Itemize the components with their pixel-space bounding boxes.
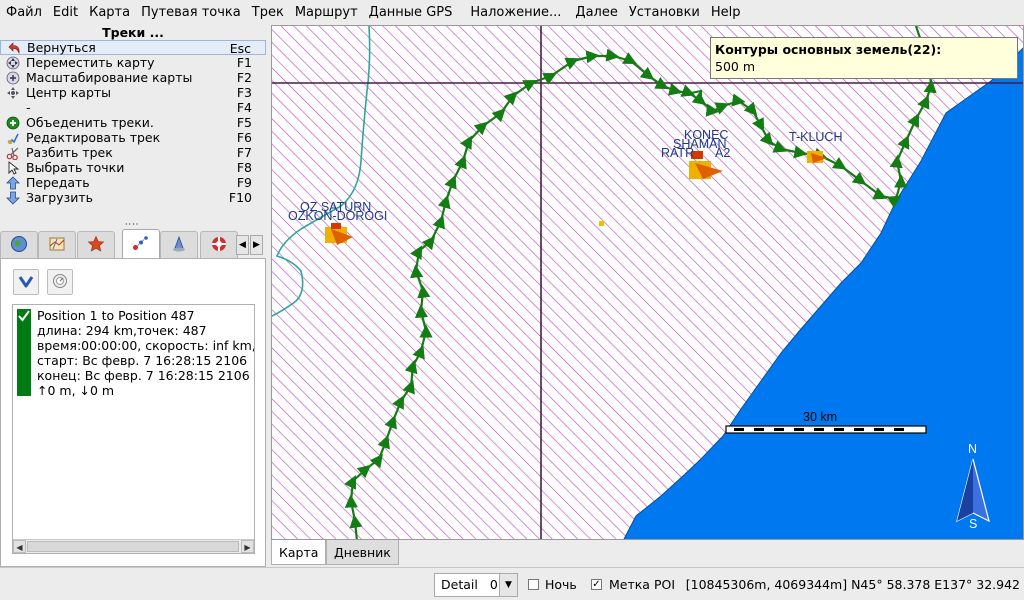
tabbar: ◀ ▶ [0, 229, 266, 259]
detail-select[interactable]: Detail 0 ▼ [434, 573, 518, 597]
globe-icon [10, 235, 28, 256]
statusbar: Detail 0 ▼ Ночь ✓ Метка POI [10845306m, … [0, 567, 1024, 600]
star-icon [87, 235, 105, 256]
zoom-icon [5, 70, 21, 85]
action-edit-track[interactable]: Редактировать трек F6 [0, 130, 266, 145]
map-view[interactable]: OZ SATURN OZKON-DOROGI KONEC SHAMAN RATR… [271, 25, 1024, 540]
detail-value: 0 [489, 577, 498, 592]
track-visible-checkbox[interactable] [17, 309, 31, 396]
download-icon [5, 190, 21, 205]
tracks-tab-body: Position 1 to Position 487 длина: 294 km… [0, 258, 266, 567]
menu-edit[interactable]: Edit [47, 0, 83, 25]
action-split-track[interactable]: Разбить трек F7 [0, 145, 266, 160]
select-icon [5, 160, 21, 175]
action-select-points[interactable]: Выбрать точки F8 [0, 160, 266, 175]
scroll-thumb[interactable] [27, 541, 239, 552]
action-separator: - F4 [0, 100, 266, 115]
tab-map[interactable] [38, 231, 76, 258]
map-tooltip: Контуры основных земель(22): 500 m [710, 37, 1018, 79]
map-tabs: Карта Дневник [271, 540, 1024, 567]
tab-map-view[interactable]: Карта [271, 540, 327, 565]
lifebuoy-icon [210, 235, 228, 256]
upload-icon [5, 175, 21, 190]
label-ratr: RATR [661, 146, 694, 160]
undo-icon [6, 40, 22, 55]
tab-waypoints[interactable] [160, 231, 198, 258]
waypoint-icon [170, 235, 188, 256]
action-join-tracks[interactable]: Объеденить треки. F5 [0, 115, 266, 130]
dial-icon [52, 273, 68, 292]
menu-file[interactable]: Файл [0, 0, 47, 25]
tabs-scroll-left[interactable]: ◀ [236, 235, 249, 255]
center-icon [5, 85, 21, 100]
night-label: Ночь [545, 577, 577, 592]
track-color-button[interactable] [47, 269, 73, 295]
label-oz-kon-dorogi: OZKON-DOROGI [288, 209, 387, 223]
poi-checkbox[interactable]: ✓ [591, 579, 602, 590]
scissors-icon [5, 145, 21, 160]
check-v-icon [18, 273, 34, 292]
action-zoom-map[interactable]: Масштабирование карты F2 [0, 70, 266, 85]
menu-settings[interactable]: Установки [623, 0, 705, 25]
poi-small[interactable] [599, 221, 604, 226]
poi-label: Метка POI [609, 577, 676, 592]
blank-icon [5, 100, 21, 115]
track-icon [132, 234, 150, 255]
scroll-left-icon[interactable]: ◀ [13, 540, 26, 553]
action-center-map[interactable]: Центр карты F3 [0, 85, 266, 100]
track-list: Position 1 to Position 487 длина: 294 km… [12, 304, 255, 554]
tab-gps[interactable] [200, 231, 238, 258]
menu-waypoint[interactable]: Путевая точка [135, 0, 246, 25]
join-icon [5, 115, 21, 130]
tab-journal[interactable]: Дневник [326, 540, 399, 565]
menu-gps-data[interactable]: Данные GPS [363, 0, 465, 25]
map-canvas[interactable]: OZ SATURN OZKON-DOROGI KONEC SHAMAN RATR… [272, 26, 1024, 540]
menubar: Файл Edit Карта Путевая точка Трек Маршр… [0, 0, 1024, 25]
compass-south: S [969, 517, 977, 531]
action-back[interactable]: Вернуться Esc [0, 40, 266, 56]
tab-globe[interactable] [0, 231, 38, 258]
menu-overlay[interactable]: Наложение... [464, 0, 569, 25]
menu-help[interactable]: Help [705, 0, 746, 25]
edit-icon [5, 130, 21, 145]
menu-track[interactable]: Трек [246, 0, 289, 25]
panel-title: Треки ... [102, 25, 164, 40]
label-t-kluch: T-KLUCH [789, 130, 842, 144]
arrow-right-icon: ▶ [253, 240, 260, 250]
menu-map[interactable]: Карта [83, 0, 135, 25]
tooltip-value: 500 m [715, 59, 756, 74]
action-download[interactable]: Загрузить F10 [0, 190, 266, 205]
tab-favorites[interactable] [77, 231, 115, 258]
coordinates-readout: [10845306m, 4069344m] N45° 58.378 E137° … [685, 577, 1020, 592]
menu-more[interactable]: Далее [569, 0, 622, 25]
action-move-map[interactable]: Переместить карту F1 [0, 55, 266, 70]
panel-splitter-2[interactable]: .... [125, 218, 138, 226]
track-list-item[interactable]: Position 1 to Position 487 длина: 294 km… [37, 308, 254, 398]
tracks-panel: Треки ... Вернуться Esc Переместить карт… [0, 25, 266, 567]
show-track-button[interactable] [13, 269, 39, 295]
action-list: Вернуться Esc Переместить карту F1 Масшт… [0, 40, 266, 205]
map-icon [48, 235, 66, 256]
scroll-right-icon[interactable]: ▶ [241, 540, 254, 553]
tabs-scroll-right[interactable]: ▶ [250, 235, 263, 255]
arrow-left-icon: ◀ [239, 240, 246, 250]
night-checkbox[interactable] [528, 579, 539, 590]
label-a2: A2 [715, 146, 730, 160]
compass-north: N [968, 442, 977, 456]
chevron-down-icon[interactable]: ▼ [499, 574, 517, 596]
detail-label: Detail [441, 577, 478, 592]
checkmark-icon [18, 310, 30, 322]
menu-route[interactable]: Маршрут [289, 0, 363, 25]
tab-tracks[interactable] [122, 229, 160, 259]
action-upload[interactable]: Передать F9 [0, 175, 266, 190]
track-list-hscrollbar[interactable]: ◀ ▶ [13, 539, 254, 553]
move-icon [5, 55, 21, 70]
scale-label: 30 km [803, 410, 837, 424]
tooltip-title: Контуры основных земель(22): [715, 42, 942, 57]
